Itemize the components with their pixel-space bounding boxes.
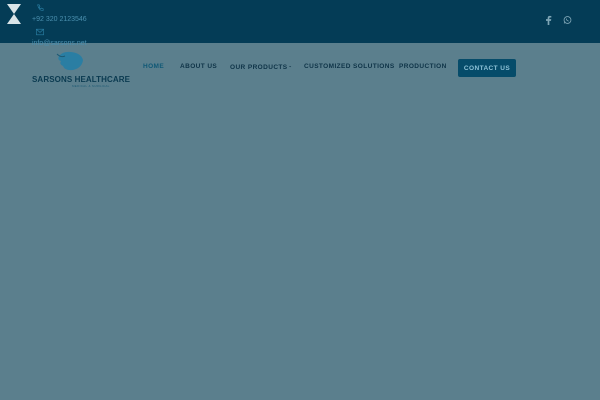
nav-customized-solutions[interactable]: CUSTOMIZED SOLUTIONS [304, 63, 395, 70]
contact-us-button[interactable]: CONTACT US [458, 59, 516, 77]
nav-production[interactable]: PRODUCTION [399, 63, 447, 70]
main-nav: HOME ABOUT US OUR PRODUCTS⌄ CUSTOMIZED S… [0, 59, 600, 77]
hourglass-icon [7, 4, 21, 24]
nav-our-products[interactable]: OUR PRODUCTS⌄ [230, 63, 292, 71]
social-links [544, 15, 572, 25]
chevron-down-icon: ⌄ [288, 63, 293, 68]
email-icon [36, 28, 44, 36]
whatsapp-icon[interactable] [563, 15, 572, 25]
top-bar: +92 320 2123546 info@sarsons.net [0, 0, 600, 47]
contact-info: +92 320 2123546 info@sarsons.net [32, 2, 152, 50]
brand-tagline: MEDICAL & SURGICAL [72, 84, 110, 88]
phone-number[interactable]: +92 320 2123546 [32, 15, 87, 25]
nav-our-products-label: OUR PRODUCTS [230, 64, 288, 71]
nav-about-us[interactable]: ABOUT US [180, 63, 217, 70]
facebook-icon[interactable] [544, 15, 553, 25]
email-address[interactable]: info@sarsons.net [32, 39, 87, 49]
nav-home[interactable]: HOME [143, 63, 164, 70]
phone-icon [37, 4, 44, 11]
